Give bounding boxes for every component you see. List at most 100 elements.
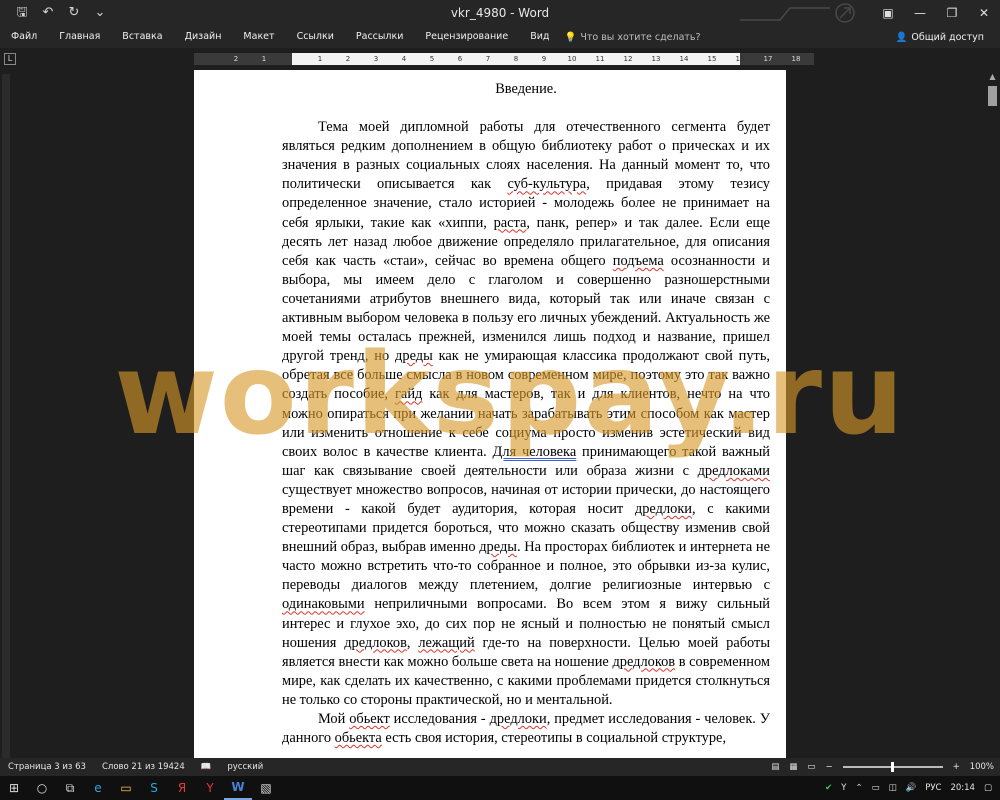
- volume-icon[interactable]: 🔊: [906, 783, 917, 793]
- windows-taskbar: ⊞ ○ ⧉ e ▭ S Я Y W ▧ ✔ Y ⌃ ▭ ◫ 🔊 РУС 20:14 ▢: [0, 776, 1000, 800]
- ribbon-tab-list: Файл Главная Вставка Дизайн Макет Ссылки Рассы…: [0, 26, 560, 48]
- spelling-error-word[interactable]: обьекта: [335, 730, 382, 746]
- document-body[interactable]: Введение. Тема моей дипломной работы для…: [282, 80, 770, 748]
- tell-me-box[interactable]: 💡 Что вы хотите сделать?: [564, 32, 700, 43]
- zoom-slider[interactable]: [842, 762, 943, 772]
- close-button[interactable]: ✕: [968, 0, 1000, 26]
- tell-me-placeholder: Что вы хотите сделать?: [580, 31, 701, 43]
- task-view-icon[interactable]: ⧉: [56, 776, 84, 800]
- yandex-browser-icon[interactable]: Y: [196, 776, 224, 800]
- ribbon-tab[interactable]: Вид: [519, 26, 560, 48]
- spelling-error-word[interactable]: гайд: [395, 386, 422, 402]
- window-controls: ▣ — ❐ ✕: [872, 0, 1000, 26]
- photos-icon[interactable]: ▧: [252, 776, 280, 800]
- read-mode-icon[interactable]: ▤: [771, 762, 779, 772]
- save-icon[interactable]: 🖫: [14, 0, 30, 26]
- spelling-error-word[interactable]: обьект: [349, 711, 390, 727]
- share-label: Общий доступ: [911, 31, 984, 43]
- vertical-scrollbar[interactable]: ▲: [985, 70, 1000, 758]
- tray-status-icon[interactable]: ✔: [825, 783, 832, 793]
- ruler-label: 1: [261, 55, 267, 63]
- spelling-error-word[interactable]: лежащий: [418, 635, 474, 651]
- yandex-icon[interactable]: Я: [168, 776, 196, 800]
- edge-icon[interactable]: e: [84, 776, 112, 800]
- word-window: 🖫 ↶ ↻ ⌄ vkr_4980 - Word ▣ — ❐ ✕ Файл Главная…: [0, 0, 1000, 800]
- spelling-error-word[interactable]: дреды: [395, 348, 433, 364]
- customize-icon[interactable]: ⌄: [92, 0, 108, 26]
- ribbon-tab[interactable]: Вставка: [111, 26, 173, 48]
- maximize-button[interactable]: ❐: [936, 0, 968, 26]
- quick-access-toolbar: 🖫 ↶ ↻ ⌄: [0, 0, 108, 26]
- zoom-out-button[interactable]: −: [825, 762, 832, 772]
- language-indicator[interactable]: русский: [219, 762, 271, 772]
- ruler-label: 5: [429, 55, 435, 63]
- ribbon-tab[interactable]: Главная: [48, 26, 111, 48]
- spelling-error-word[interactable]: дредлоки: [635, 501, 692, 517]
- yandex-tray-icon[interactable]: Y: [841, 783, 846, 793]
- ruler-label: 4: [401, 55, 407, 63]
- spelling-error-word[interactable]: дредлоков: [344, 635, 407, 651]
- ribbon-tab[interactable]: Рецензирование: [414, 26, 519, 48]
- spelling-error-word[interactable]: одинаковыми: [282, 596, 365, 612]
- proofing-icon[interactable]: 📖: [193, 762, 220, 772]
- page-count[interactable]: Страница 3 из 63: [0, 762, 94, 772]
- ruler-label: 6: [457, 55, 463, 63]
- ribbon-tab[interactable]: Дизайн: [174, 26, 233, 48]
- word-count[interactable]: Слово 21 из 19424: [94, 762, 193, 772]
- horizontal-ruler[interactable]: 2 1 1 2 3 4 5 6 7 8 9 10 11 12 13 14 15 16 17 18: [194, 53, 814, 65]
- start-icon[interactable]: ⊞: [0, 776, 28, 800]
- ruler-label: 18: [791, 55, 801, 63]
- tab-selector[interactable]: L: [4, 53, 16, 65]
- paragraph: Мой обьект исследования - дредлоки, пред…: [282, 710, 770, 748]
- text-run: ,: [406, 634, 419, 651]
- ribbon-display-options-icon[interactable]: ▣: [872, 0, 904, 26]
- input-language[interactable]: РУС: [925, 783, 941, 793]
- document-heading: Введение.: [495, 81, 557, 97]
- ribbon-tab[interactable]: Рассылки: [345, 26, 414, 48]
- search-icon[interactable]: ○: [28, 776, 56, 800]
- minimize-button[interactable]: —: [904, 0, 936, 26]
- zoom-in-button[interactable]: +: [953, 762, 960, 772]
- spelling-error-word[interactable]: подъема: [613, 253, 664, 269]
- redo-icon[interactable]: ↻: [66, 0, 82, 26]
- taskbar-apps: ⊞ ○ ⧉ e ▭ S Я Y W ▧: [0, 776, 280, 800]
- person-icon: 👤: [895, 31, 908, 43]
- paragraph: Тема моей дипломной работы для отечестве…: [282, 118, 770, 710]
- spelling-error-word[interactable]: дредлоками: [698, 463, 770, 479]
- ruler-label: 3: [373, 55, 379, 63]
- undo-icon[interactable]: ↶: [40, 0, 56, 26]
- chevron-up-icon[interactable]: ⌃: [855, 783, 862, 793]
- title-bar: 🖫 ↶ ↻ ⌄ vkr_4980 - Word ▣ — ❐ ✕: [0, 0, 1000, 26]
- spelling-error-word[interactable]: раста: [494, 215, 527, 231]
- clock[interactable]: 20:14: [950, 783, 975, 793]
- notifications-icon[interactable]: ▢: [984, 783, 992, 793]
- spelling-error-word[interactable]: дредлоки: [490, 711, 547, 727]
- share-button[interactable]: 👤 Общий доступ: [896, 26, 984, 48]
- zoom-level[interactable]: 100%: [970, 762, 994, 772]
- web-layout-icon[interactable]: ▭: [807, 762, 815, 772]
- skype-icon[interactable]: S: [140, 776, 168, 800]
- ruler-label: 14: [679, 55, 689, 63]
- ruler-label: 8: [513, 55, 519, 63]
- ribbon-decoration: [740, 3, 855, 23]
- word-icon[interactable]: W: [224, 776, 252, 800]
- file-explorer-icon[interactable]: ▭: [112, 776, 140, 800]
- ruler-label: 9: [541, 55, 547, 63]
- spelling-error-word[interactable]: дреды: [479, 539, 517, 555]
- scroll-thumb[interactable]: [988, 86, 997, 106]
- document-page[interactable]: Введение. Тема моей дипломной работы для…: [194, 70, 786, 770]
- ribbon-tab[interactable]: Макет: [232, 26, 285, 48]
- scroll-up-icon[interactable]: ▲: [985, 72, 1000, 81]
- spelling-error-word[interactable]: дредлоков: [612, 654, 675, 670]
- ruler-label: 2: [233, 55, 239, 63]
- spelling-error-word[interactable]: суб-культура: [507, 176, 586, 192]
- print-layout-icon[interactable]: ▦: [789, 762, 797, 772]
- ribbon-tab[interactable]: Ссылки: [286, 26, 345, 48]
- ribbon-tab[interactable]: Файл: [0, 26, 48, 48]
- text-run: исследования -: [389, 711, 490, 727]
- network-icon[interactable]: ◫: [889, 783, 897, 793]
- ruler-label: 2: [345, 55, 351, 63]
- grammar-flagged-text[interactable]: Для человека: [493, 444, 577, 460]
- battery-icon[interactable]: ▭: [872, 783, 880, 793]
- zoom-slider-thumb[interactable]: [890, 762, 894, 772]
